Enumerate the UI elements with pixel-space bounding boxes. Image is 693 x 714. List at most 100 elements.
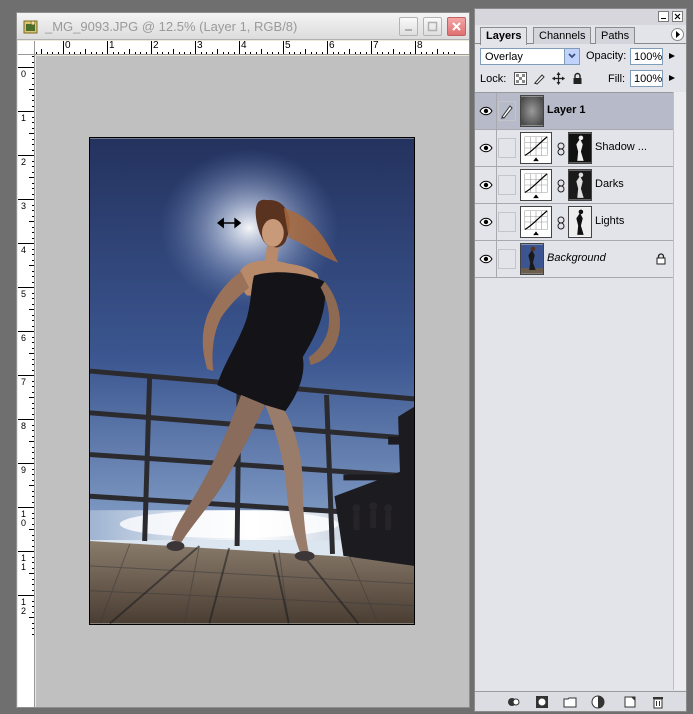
ruler-tick	[74, 52, 75, 54]
layer-link-cell[interactable]	[498, 101, 516, 121]
layer-link-cell[interactable]	[498, 175, 516, 195]
layer-link-cell[interactable]	[498, 249, 516, 269]
tab-channels[interactable]: Channels	[533, 27, 592, 44]
ruler-tick	[239, 41, 240, 54]
ruler-tick	[29, 573, 34, 574]
document-titlebar[interactable]: _MG_9093.JPG @ 12.5% (Layer 1, RGB/8)	[17, 13, 469, 40]
layer-thumbnail	[520, 95, 544, 127]
fill-label: Fill:	[608, 73, 626, 85]
lock-position-icon[interactable]	[552, 72, 565, 85]
layer-link-cell[interactable]	[498, 138, 516, 158]
ruler-label: 1 2	[20, 597, 26, 616]
ruler-label: 3	[197, 41, 203, 51]
ruler-tick	[96, 52, 97, 54]
ruler-tick	[32, 501, 34, 503]
layer-row-background[interactable]: Background	[475, 241, 673, 278]
layer-visibility-toggle[interactable]	[475, 130, 497, 166]
ruler-tick	[261, 49, 262, 54]
layer-visibility-toggle[interactable]	[475, 204, 497, 240]
lock-all-icon[interactable]	[571, 72, 584, 85]
palette-close-button[interactable]	[672, 11, 683, 22]
maximize-icon	[427, 21, 438, 32]
ruler-tick	[29, 133, 34, 134]
link-layers-icon[interactable]	[507, 695, 521, 709]
photoshop-document-icon	[23, 20, 38, 34]
palette-menu-button[interactable]	[671, 28, 684, 41]
ruler-tick	[29, 397, 34, 398]
ruler-tick	[32, 210, 34, 211]
ruler-tick	[32, 633, 34, 635]
ruler-origin[interactable]	[18, 41, 35, 55]
palette-minimize-button[interactable]	[658, 11, 669, 22]
ruler-tick	[32, 622, 34, 624]
tab-layers[interactable]: Layers	[480, 27, 528, 45]
chain-link-icon[interactable]	[557, 179, 565, 193]
fill-slider-arrow-icon[interactable]	[668, 74, 676, 82]
ruler-tick	[32, 226, 34, 228]
tab-paths[interactable]: Paths	[595, 27, 636, 44]
ruler-tick	[32, 160, 34, 162]
layer-link-cell[interactable]	[498, 212, 516, 232]
ruler-tick	[63, 41, 64, 54]
ruler-tick	[18, 67, 34, 68]
canvas-area[interactable]	[36, 56, 469, 707]
ruler-tick	[32, 457, 34, 459]
ruler-tick	[453, 52, 455, 54]
ruler-tick	[18, 155, 34, 156]
new-layer-icon[interactable]	[623, 695, 637, 709]
delete-layer-icon[interactable]	[651, 695, 665, 709]
horizontal-ruler[interactable]: 0 1 2 3 4 5 6 7 8	[35, 41, 469, 55]
minimize-button[interactable]	[399, 17, 418, 36]
document-image[interactable]	[89, 137, 415, 625]
blend-mode-select[interactable]: Overlay	[480, 48, 580, 65]
ruler-tick	[32, 606, 34, 607]
ruler-tick	[32, 188, 34, 189]
layer-row-lights[interactable]: Lights	[475, 204, 673, 241]
maximize-button[interactable]	[423, 17, 442, 36]
blend-mode-dropdown-button[interactable]	[564, 49, 579, 64]
lock-icon	[656, 253, 666, 265]
ruler-tick	[189, 52, 191, 54]
lock-image-pixels-icon[interactable]	[533, 72, 546, 85]
minimize-icon	[405, 29, 412, 31]
ruler-tick	[32, 276, 34, 277]
chain-link-icon[interactable]	[557, 142, 565, 156]
ruler-tick	[134, 52, 136, 54]
layer-row-layer-1[interactable]: Layer 1	[475, 93, 673, 130]
chain-link-icon[interactable]	[557, 216, 565, 230]
palette-tabs: Layers Channels Paths	[475, 26, 686, 45]
opacity-label: Opacity:	[586, 50, 627, 62]
layer-visibility-toggle[interactable]	[475, 93, 497, 129]
layer-name: Layer 1	[547, 104, 586, 116]
layers-scrollbar[interactable]	[673, 92, 686, 690]
ruler-tick	[32, 83, 34, 85]
fill-field[interactable]: 100%	[630, 70, 663, 87]
opacity-field[interactable]: 100%	[630, 48, 663, 65]
layer-row-shadow[interactable]: Shadow ...	[475, 130, 673, 167]
ruler-tick	[299, 52, 301, 54]
new-adjustment-layer-icon[interactable]	[591, 695, 605, 709]
ruler-tick	[32, 562, 34, 563]
ruler-tick	[32, 78, 34, 79]
ruler-tick	[32, 292, 34, 294]
ruler-tick	[32, 413, 34, 415]
vertical-ruler[interactable]: 0 1 2 3 4 5 6 7 8 9 1 0 1 1 1 2	[18, 55, 35, 707]
opacity-slider-arrow-icon[interactable]	[668, 52, 676, 60]
add-layer-mask-icon[interactable]	[535, 695, 549, 709]
ruler-tick	[244, 52, 246, 54]
ruler-tick	[217, 49, 218, 54]
new-group-icon[interactable]	[563, 695, 577, 709]
lock-transparent-pixels-icon[interactable]	[514, 72, 527, 85]
ruler-tick	[32, 166, 34, 167]
ruler-tick	[200, 52, 202, 54]
eye-icon	[479, 217, 493, 227]
layer-visibility-toggle[interactable]	[475, 241, 497, 277]
palette-titlebar[interactable]	[475, 9, 686, 25]
close-button[interactable]	[447, 17, 466, 36]
ruler-tick	[46, 52, 48, 54]
ruler-tick	[32, 204, 34, 206]
ruler-tick	[32, 523, 34, 525]
layer-visibility-toggle[interactable]	[475, 167, 497, 203]
ruler-tick	[52, 52, 53, 54]
layer-row-darks[interactable]: Darks	[475, 167, 673, 204]
